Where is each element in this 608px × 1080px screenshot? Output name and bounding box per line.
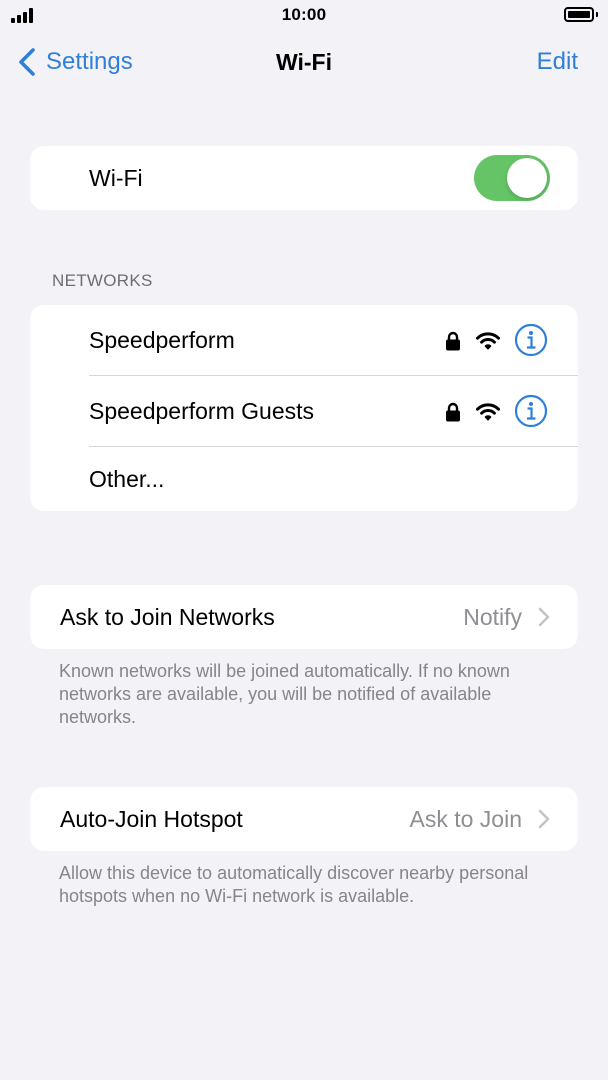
status-bar: 10:00 xyxy=(0,0,608,30)
other-network-label: Other... xyxy=(89,466,165,492)
other-network-row[interactable]: Other... xyxy=(30,447,578,511)
auto-join-hotspot-value: Ask to Join xyxy=(409,806,523,832)
ask-to-join-row[interactable]: Ask to Join Networks Notify xyxy=(30,585,578,649)
chevron-right-icon xyxy=(538,607,550,627)
chevron-right-icon xyxy=(538,809,550,829)
ask-to-join-value: Notify xyxy=(463,604,522,630)
auto-join-hotspot-row[interactable]: Auto-Join Hotspot Ask to Join xyxy=(30,787,578,851)
ask-to-join-footer: Known networks will be joined automatica… xyxy=(59,661,510,727)
wifi-icon xyxy=(476,332,500,350)
wifi-toggle-label: Wi-Fi xyxy=(89,165,143,191)
networks-section-header: NETWORKS xyxy=(52,271,153,290)
wifi-toggle-switch[interactable] xyxy=(474,155,550,201)
edit-button[interactable]: Edit xyxy=(537,36,578,88)
lock-icon xyxy=(446,331,460,351)
auto-join-hotspot-label: Auto-Join Hotspot xyxy=(60,806,243,832)
networks-list: Speedperform Speedperform Guests Other..… xyxy=(30,305,578,511)
wifi-toggle-card: Wi-Fi xyxy=(30,146,578,210)
info-icon[interactable] xyxy=(514,394,548,428)
status-time: 10:00 xyxy=(281,5,327,24)
toggle-knob xyxy=(507,158,547,198)
network-name: Speedperform xyxy=(89,327,235,353)
wifi-icon xyxy=(476,403,500,421)
wifi-toggle-row: Wi-Fi xyxy=(30,146,578,210)
network-row[interactable]: Speedperform Guests xyxy=(30,376,578,447)
ask-to-join-label: Ask to Join Networks xyxy=(60,604,275,630)
navigation-bar: Settings Wi-Fi Edit xyxy=(0,36,608,88)
battery-cap xyxy=(596,12,598,17)
lock-icon xyxy=(446,402,460,422)
auto-join-hotspot-footer: Allow this device to automatically disco… xyxy=(59,863,529,906)
info-icon[interactable] xyxy=(514,323,548,357)
page-title: Wi-Fi xyxy=(276,49,332,75)
network-name: Speedperform Guests xyxy=(89,398,315,424)
network-row[interactable]: Speedperform xyxy=(30,305,578,376)
battery-icon xyxy=(564,7,594,22)
